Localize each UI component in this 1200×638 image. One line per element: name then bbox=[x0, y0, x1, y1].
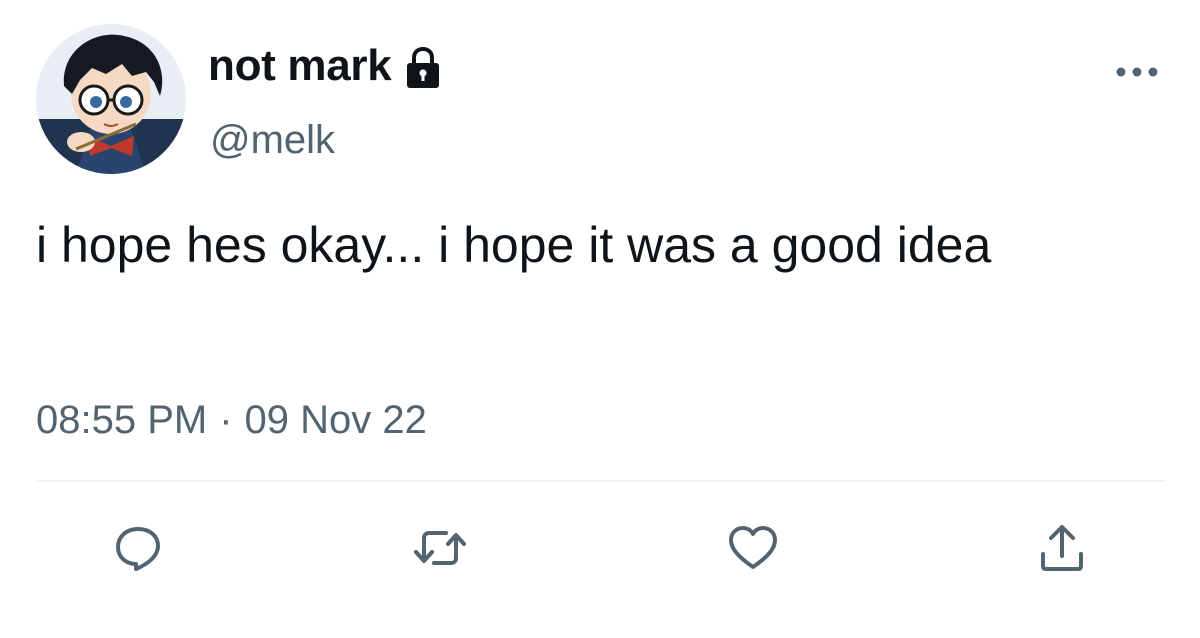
more-options-icon[interactable] bbox=[1112, 60, 1162, 84]
meta-separator: · bbox=[219, 397, 233, 442]
lock-icon bbox=[403, 46, 443, 90]
anime-character-avatar-icon bbox=[36, 24, 186, 174]
tweet-time[interactable]: 08:55 PM bbox=[36, 398, 207, 443]
reply-button[interactable] bbox=[110, 520, 166, 576]
like-button[interactable] bbox=[725, 520, 781, 576]
display-name[interactable]: not mark bbox=[208, 41, 392, 91]
heart-icon bbox=[729, 526, 777, 569]
retweet-button[interactable] bbox=[412, 520, 468, 576]
tweet-card: not mark @melk i hope hes okay... i hope… bbox=[0, 0, 1200, 638]
divider bbox=[36, 480, 1166, 482]
share-icon bbox=[1041, 525, 1083, 571]
avatar[interactable] bbox=[36, 24, 186, 174]
display-name-row[interactable]: not mark bbox=[208, 38, 443, 94]
tweet-timestamp[interactable]: 08:55 PM · 09 Nov 22 bbox=[36, 392, 427, 448]
retweet-icon bbox=[414, 531, 466, 565]
tweet-date[interactable]: 09 Nov 22 bbox=[245, 398, 427, 443]
reply-icon bbox=[116, 527, 160, 571]
tweet-text: i hope hes okay... i hope it was a good … bbox=[36, 217, 992, 273]
share-button[interactable] bbox=[1034, 520, 1090, 576]
handle[interactable]: @melk bbox=[210, 118, 335, 163]
